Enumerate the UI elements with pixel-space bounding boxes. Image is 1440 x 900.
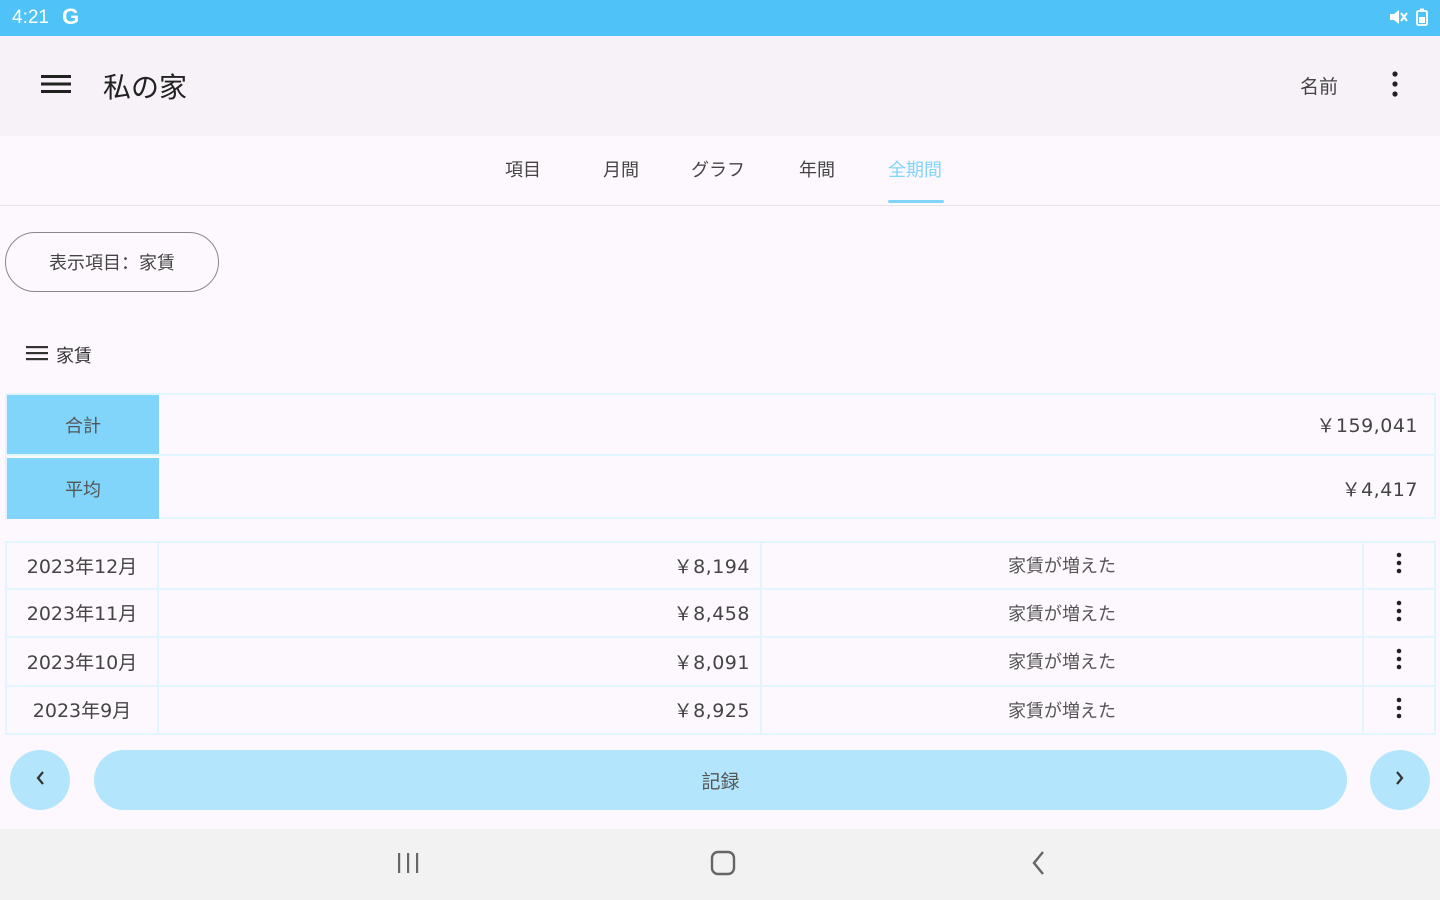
table-row: 2023年9月 ￥8,925 家賃が増えた [5,686,1436,735]
back-icon [1031,850,1045,880]
home-button[interactable] [693,845,753,885]
record-date: 2023年9月 [7,686,159,733]
record-button[interactable]: 記録 [94,750,1347,810]
tab-monthly[interactable]: 月間 [576,156,666,182]
home-icon [710,850,736,880]
section-title: 家賃 [56,346,92,367]
total-label: 合計 [7,395,159,454]
system-navigation-bar [0,829,1440,900]
status-icons [1388,8,1428,30]
tab-items[interactable]: 項目 [478,156,568,182]
record-more-button[interactable] [1364,590,1434,637]
vertical-dots-icon [1396,600,1402,626]
status-time: 4:21 [12,7,49,28]
hamburger-menu-icon [41,73,71,99]
record-amount: ￥8,925 [159,686,762,733]
total-row: 合計 ￥159,041 [7,395,1434,456]
tab-indicator [888,200,944,203]
app-title: 私の家 [103,71,188,104]
record-memo: 家賃が増えた [762,543,1364,588]
summary-table: 合計 ￥159,041 平均 ￥4,417 [5,393,1436,519]
tab-yearly[interactable]: 年間 [772,156,862,182]
chevron-right-icon [1395,770,1405,790]
app-bar: 私の家 名前 [0,36,1440,136]
vertical-dots-icon [1396,697,1402,723]
back-button[interactable] [1008,845,1068,885]
vertical-dots-icon [1396,648,1402,674]
record-memo: 家賃が増えた [762,589,1364,636]
menu-button[interactable] [34,66,78,106]
vertical-dots-icon [1392,71,1398,101]
table-row: 2023年10月 ￥8,091 家賃が増えた [5,638,1436,687]
tab-bar: 項目 月間 グラフ 年間 全期間 [0,136,1440,206]
display-item-filter-button[interactable]: 表示項目：家賃 [5,232,219,292]
table-row: 2023年12月 ￥8,194 家賃が増えた [5,541,1436,590]
record-amount: ￥8,194 [159,543,762,588]
record-more-button[interactable] [1364,687,1434,734]
recent-apps-icon [396,852,420,878]
vertical-dots-icon [1396,552,1402,578]
records-table: 2023年12月 ￥8,194 家賃が増えた 2023年11月 ￥8,458 家… [5,541,1436,735]
record-date: 2023年10月 [7,638,159,685]
status-bar: 4:21 G [0,0,1440,36]
average-label: 平均 [7,458,159,519]
record-date: 2023年11月 [7,589,159,636]
chevron-left-icon [35,770,45,790]
tab-graph[interactable]: グラフ [673,156,763,182]
average-value: ￥4,417 [1341,479,1418,501]
record-more-button[interactable] [1364,638,1434,685]
name-button[interactable]: 名前 [1300,72,1338,99]
next-button[interactable] [1370,750,1430,810]
table-row: 2023年11月 ￥8,458 家賃が増えた [5,589,1436,638]
record-memo: 家賃が増えた [762,638,1364,685]
google-g-icon: G [62,4,80,29]
previous-button[interactable] [10,750,70,810]
record-amount: ￥8,458 [159,589,762,636]
total-value: ￥159,041 [1316,415,1418,437]
battery-icon [1416,8,1428,30]
average-row: 平均 ￥4,417 [7,458,1434,519]
list-icon [26,345,48,366]
tab-all-period[interactable]: 全期間 [870,156,960,182]
section-header: 家賃 [26,342,92,368]
record-date: 2023年12月 [7,543,159,588]
record-more-button[interactable] [1364,543,1434,588]
recent-apps-button[interactable] [378,845,438,885]
record-amount: ￥8,091 [159,638,762,685]
mute-icon [1388,8,1408,30]
overflow-menu-button[interactable] [1380,64,1410,108]
record-memo: 家賃が増えた [762,686,1364,733]
